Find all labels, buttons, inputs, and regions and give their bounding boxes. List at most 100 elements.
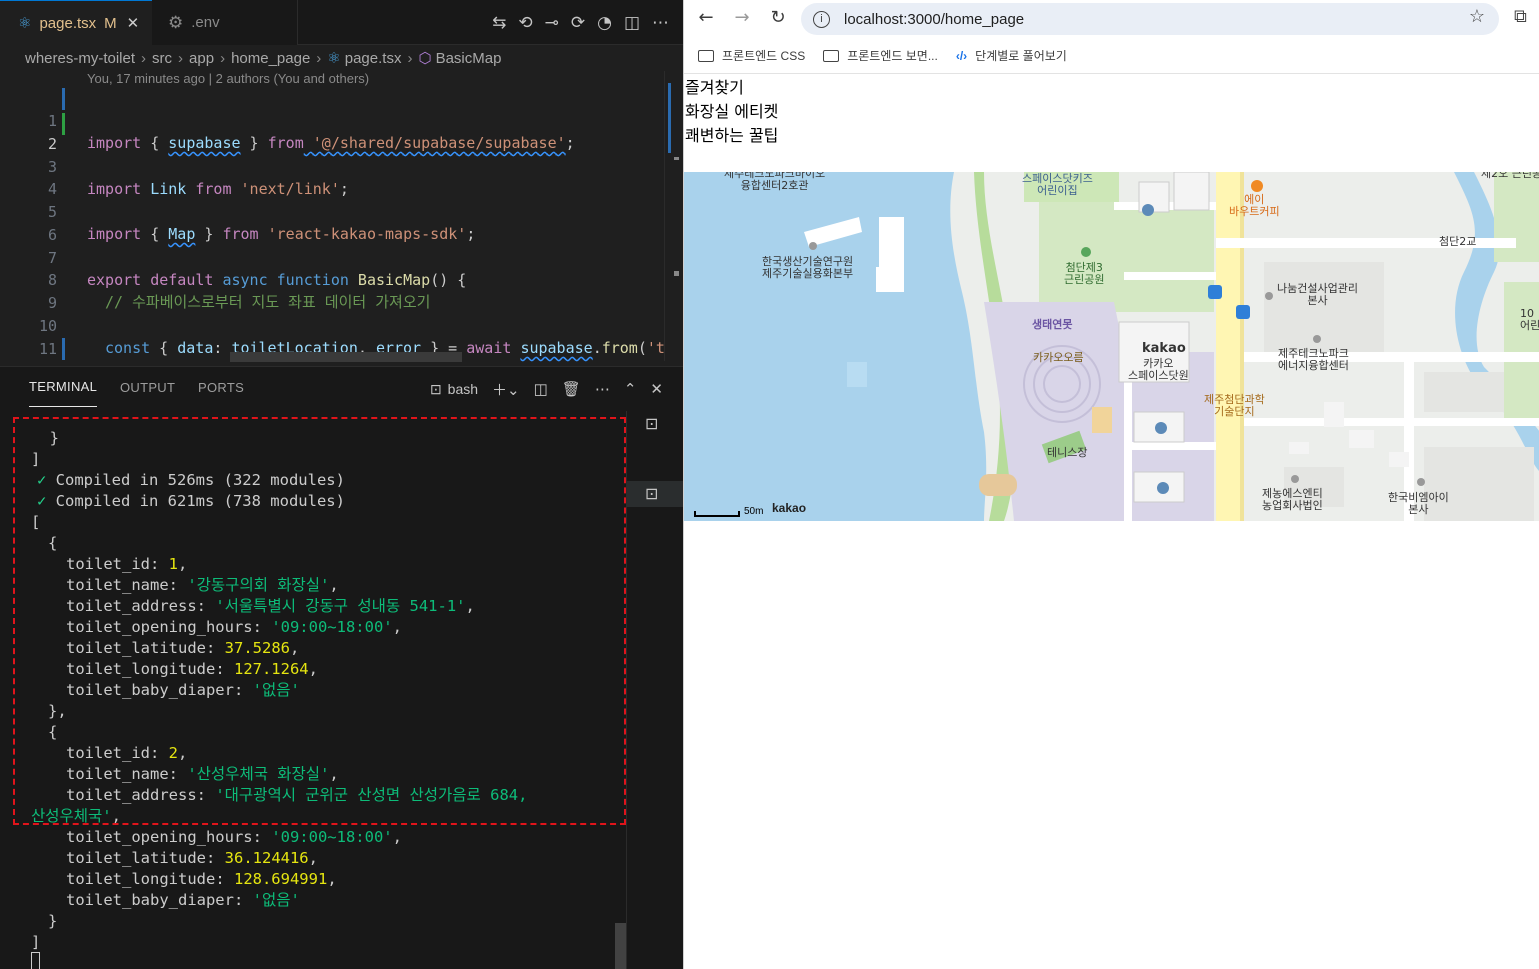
kakao-map[interactable]: 제주테크노파크바이오 융합센터2호관 스페이스닷키즈 어린이집 에이 바우트커피… [684, 172, 1539, 521]
editor-actions: ⇆ ⟲ ⊸ ⟳ ◔ ◫ ⋯ [492, 0, 669, 45]
code-line: 4 [0, 156, 668, 198]
close-panel-icon[interactable]: ✕ [650, 380, 663, 398]
compare-changes-icon[interactable]: ⇆ [492, 13, 506, 33]
building-block [1173, 172, 1210, 211]
cube-icon: ⬡ [418, 50, 432, 67]
panel-actions: ⊡ bash ＋⌄ ◫ 🗑 ⋯ ⌃ ✕ [430, 367, 663, 411]
road [1244, 418, 1539, 426]
code-line: 5 import { Map } from 'react-kakao-maps-… [0, 179, 668, 243]
breadcrumb-item[interactable]: home_page [231, 50, 310, 67]
split-terminal-icon[interactable]: ◫ [534, 380, 548, 398]
main-road [1216, 172, 1240, 521]
extensions-icon[interactable]: ⧉ [1514, 6, 1527, 27]
code-line: 6 [0, 202, 668, 244]
map-label: 스페이스닷키즈 어린이집 [1022, 172, 1093, 197]
map-label: 카카오 스페이스닷원 [1128, 357, 1189, 382]
terminal-icon[interactable]: ⊡ [645, 484, 667, 503]
map-label: 카카오오름 [1033, 351, 1084, 364]
poi-marker [1265, 292, 1273, 300]
code-line: 7 export default async function BasicMap… [0, 225, 668, 289]
git-blame-annotation[interactable]: You, 17 minutes ago | 2 authors (You and… [87, 71, 369, 86]
bookmark-link[interactable]: ‹/› 단계별로 풀어보기 [956, 47, 1067, 64]
breadcrumb-item[interactable]: wheres-my-toilet [25, 50, 135, 67]
map-label: 제주테크노파크바이오 융합센터2호관 [724, 172, 826, 192]
editor-horizontal-scrollbar[interactable] [230, 352, 462, 362]
vscode-window: ⚛ page.tsx M ✕ ⚙ .env ⇆ ⟲ ⊸ ⟳ ◔ ◫ ⋯ wher… [0, 0, 683, 969]
chevron-right-icon: › [407, 49, 413, 67]
breadcrumb-item[interactable]: src [152, 50, 172, 67]
split-editor-icon[interactable]: ◫ [624, 13, 640, 33]
link-etiquette[interactable]: 화장실 에티켓 [685, 100, 778, 124]
breadcrumb-item[interactable]: BasicMap [436, 50, 502, 67]
minimap[interactable] [664, 71, 683, 361]
terminal-list: ⊡ ⊡ [626, 411, 683, 969]
annotation-highlight-box [13, 417, 626, 825]
terminal-line: toilet_longitude: 128.694991, [66, 870, 337, 888]
map-label: 제주테크노파크 에너지융합센터 [1278, 347, 1349, 372]
tab-label: page.tsx [39, 14, 97, 32]
cafe-icon [1251, 180, 1263, 192]
bookmark-folder[interactable]: 프론트엔드 CSS [698, 47, 805, 64]
bus-stop-icon [1208, 285, 1222, 299]
chevron-up-icon[interactable]: ⌃ [624, 380, 637, 398]
map-label: 한국생산기술연구원 제주기술실용화본부 [762, 255, 854, 280]
more-actions-icon[interactable]: ⋯ [652, 13, 669, 33]
reload-icon[interactable]: ↻ [766, 6, 790, 30]
green-area [1494, 172, 1539, 262]
timeline-icon[interactable]: ⊸ [545, 13, 559, 33]
map-label: 나눔건설사업관리 본사 [1277, 282, 1358, 307]
tab-terminal[interactable]: TERMINAL [29, 367, 98, 407]
bookmark-folder[interactable]: 프론트엔드 보면... [823, 47, 938, 64]
tab-env[interactable]: ⚙ .env [152, 0, 298, 45]
terminal-profile-button[interactable]: ⊡ bash [430, 381, 478, 398]
go-forward-change-icon[interactable]: ⟳ [571, 13, 585, 33]
back-icon[interactable]: ← [694, 6, 718, 30]
poi-marker [1291, 475, 1299, 483]
terminal-icon[interactable]: ⊡ [645, 414, 667, 433]
chevron-right-icon: › [316, 49, 322, 67]
chevron-right-icon: › [178, 49, 184, 67]
trash-icon[interactable]: 🗑 [562, 380, 581, 398]
tab-output[interactable]: OUTPUT [120, 367, 175, 407]
code-line: 2 [0, 111, 668, 153]
terminal-line: toilet_opening_hours: '09:00~18:00', [66, 828, 402, 846]
blame-icon[interactable]: ◔ [597, 13, 612, 33]
building-block [1092, 407, 1112, 433]
link-tips[interactable]: 쾌변하는 꿀팁 [685, 124, 778, 148]
folder-icon [698, 49, 714, 62]
link-favorites[interactable]: 즐겨찾기 [685, 76, 744, 100]
road [1124, 272, 1216, 280]
browser-window: ← → ↻ i localhost:3000/home_page ☆ ⧉ 프론트… [683, 0, 1539, 969]
shell-name: bash [447, 381, 479, 397]
bookmarks-bar: 프론트엔드 CSS 프론트엔드 보면... ‹/› 단계별로 풀어보기 [684, 38, 1539, 74]
parking-icon [1142, 204, 1154, 216]
breadcrumb-item[interactable]: page.tsx [345, 50, 402, 67]
react-icon: ⚛ [327, 50, 341, 67]
code-line: 11 [0, 316, 668, 358]
gear-icon: ⚙ [168, 12, 184, 32]
poi-marker [1313, 335, 1321, 343]
building-block [847, 362, 867, 387]
close-icon[interactable]: ✕ [127, 14, 140, 32]
building-block [1324, 402, 1344, 427]
park-icon [1081, 247, 1091, 257]
terminal-line: toilet_latitude: 36.124416, [66, 849, 318, 867]
star-icon[interactable]: ☆ [1469, 6, 1485, 27]
poi-marker [809, 242, 817, 250]
building-block [879, 217, 904, 267]
map-label: 생태연못 [1032, 318, 1073, 331]
go-back-change-icon[interactable]: ⟲ [518, 13, 532, 33]
info-icon[interactable]: i [813, 10, 830, 28]
map-label: 제농에스엔티 농업회사법인 [1262, 487, 1323, 512]
tab-page-tsx[interactable]: ⚛ page.tsx M ✕ [0, 0, 152, 45]
terminal-scrollbar[interactable] [615, 923, 626, 969]
track-field [979, 474, 1017, 496]
breadcrumb-item[interactable]: app [189, 50, 214, 67]
poi-marker [1417, 478, 1425, 486]
more-actions-icon[interactable]: ⋯ [595, 380, 610, 398]
kakao-logo[interactable]: kakao [772, 501, 806, 515]
forward-icon[interactable]: → [730, 6, 754, 30]
tab-ports[interactable]: PORTS [198, 367, 244, 407]
new-terminal-icon[interactable]: ＋⌄ [492, 379, 520, 400]
address-bar[interactable]: i localhost:3000/home_page ☆ [801, 3, 1499, 35]
